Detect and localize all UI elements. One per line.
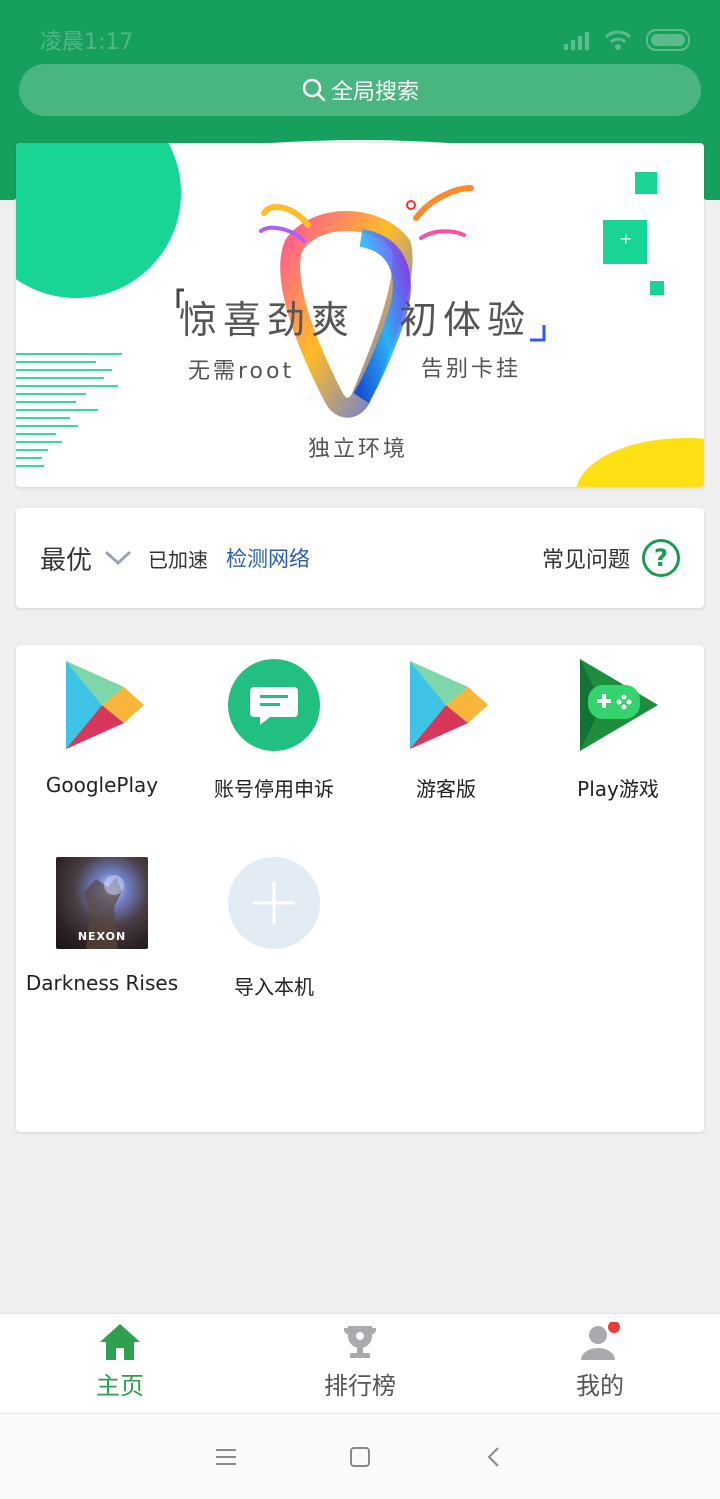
route-mode-label: 最优 (40, 545, 93, 576)
acceleration-status: 已加速 (148, 547, 209, 572)
trophy-icon (344, 1326, 376, 1358)
app-label: GooglePlay (45, 773, 159, 797)
promo-banner[interactable]: + 惊喜劲爽 初体验 无需root 告别卡挂 独立环境 (16, 143, 704, 487)
bottom-navigation: 主页 排行榜 我的 (0, 1313, 720, 1413)
darkness-rises-icon: NEXON (56, 857, 148, 949)
notification-dot (608, 1322, 620, 1333)
menu-icon[interactable] (214, 1446, 238, 1468)
banner-tag-right: 告别卡挂 (421, 357, 522, 382)
home-square-icon[interactable] (348, 1445, 372, 1469)
app-darkness-rises[interactable]: NEXON Darkness Rises (16, 857, 188, 995)
nav-profile[interactable]: 我的 (480, 1314, 720, 1413)
app-label: 游客版 (416, 777, 476, 801)
back-icon[interactable] (482, 1445, 506, 1469)
app-label: Play游戏 (577, 777, 659, 801)
search-icon (302, 78, 326, 102)
nav-label: 主页 (96, 1372, 144, 1400)
apps-grid: GooglePlay 账号停用申诉 游客版 Play游戏 NEXON Darkn… (16, 645, 704, 1132)
nav-label: 我的 (576, 1372, 624, 1400)
app-label: 账号停用申诉 (214, 777, 334, 801)
battery-icon (646, 29, 690, 51)
search-label: 全局搜索 (330, 80, 419, 105)
banner-tag-bottom: 独立环境 (308, 437, 409, 462)
app-label: Darkness Rises (25, 971, 179, 995)
google-play-icon (56, 659, 148, 751)
chevron-down-icon (105, 551, 131, 566)
play-games-icon (572, 659, 664, 751)
wifi-icon (604, 30, 632, 50)
app-guest[interactable]: 游客版 (360, 659, 532, 802)
check-network-link[interactable]: 检测网络 (226, 543, 310, 573)
banner-plus: + (619, 229, 633, 248)
nav-ranking[interactable]: 排行榜 (240, 1314, 480, 1413)
google-play-icon (400, 659, 492, 751)
banner-tag-left: 无需root (188, 359, 295, 384)
app-googleplay[interactable]: GooglePlay (16, 659, 188, 797)
nexon-badge: NEXON (77, 930, 127, 943)
chat-icon (228, 659, 320, 751)
route-mode-selector[interactable]: 最优 (40, 540, 132, 577)
home-icon (100, 1324, 140, 1360)
status-time: 凌晨1:17 (40, 30, 134, 55)
network-status-card: 最优 已加速 检测网络 常见问题 ? (16, 508, 704, 608)
app-play-games[interactable]: Play游戏 (532, 659, 704, 802)
global-search-bar[interactable]: 全局搜索 (19, 64, 701, 116)
add-icon (228, 857, 320, 949)
banner-headline-left: 惊喜劲爽 (179, 298, 356, 342)
system-navigation-bar (0, 1413, 720, 1499)
status-icons (562, 29, 692, 51)
faq-button[interactable]: 常见问题 ? (542, 539, 680, 577)
faq-label: 常见问题 (541, 548, 630, 573)
nav-home[interactable]: 主页 (0, 1314, 240, 1413)
help-icon: ? (642, 539, 680, 577)
user-icon (581, 1322, 620, 1360)
app-appeal[interactable]: 账号停用申诉 (188, 659, 360, 802)
signal-icon (564, 32, 589, 50)
app-import-local[interactable]: 导入本机 (188, 857, 360, 1000)
nav-label: 排行榜 (324, 1372, 396, 1400)
app-label: 导入本机 (234, 975, 314, 999)
banner-headline-right: 初体验 (399, 298, 532, 342)
